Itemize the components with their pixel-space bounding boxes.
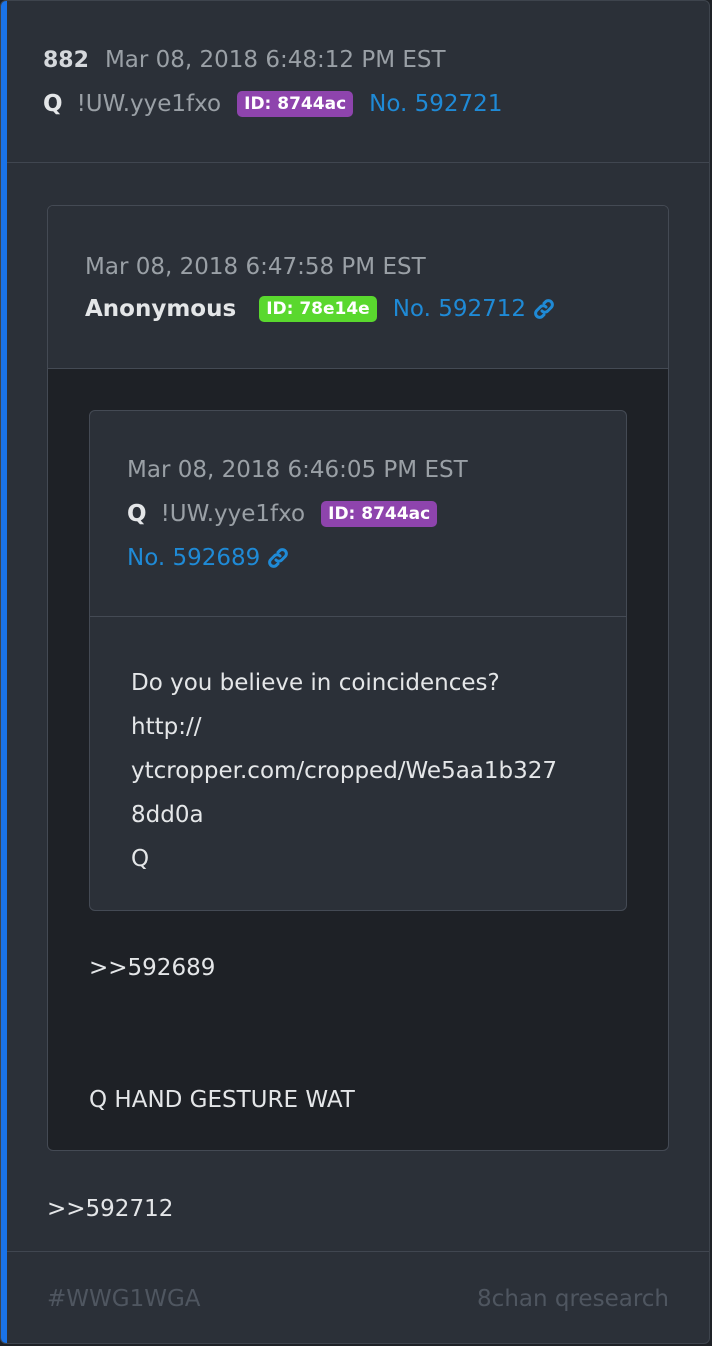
post-reply-ref[interactable]: >>592712 bbox=[47, 1187, 173, 1231]
body-line: ytcropper.com/cropped/We5aa1b327 bbox=[131, 758, 558, 784]
accent-bar bbox=[1, 1, 7, 1343]
post-header: 882 Mar 08, 2018 6:48:12 PM EST Q !UW.yy… bbox=[7, 1, 709, 163]
id-badge: ID: 8744ac bbox=[321, 501, 438, 527]
body-line: http:// bbox=[131, 714, 202, 740]
body-line: 8dd0a bbox=[131, 802, 204, 828]
nested-post-header: Mar 08, 2018 6:46:05 PM EST Q !UW.yye1fx… bbox=[90, 411, 626, 617]
quoted-post-author: Anonymous bbox=[85, 296, 237, 322]
nested-post-tripcode: !UW.yye1fxo bbox=[160, 501, 306, 527]
post-tripcode: !UW.yye1fxo bbox=[76, 91, 222, 117]
nested-post-number-link[interactable]: No. 592689 bbox=[127, 545, 260, 571]
id-badge: ID: 8744ac bbox=[237, 91, 354, 117]
quoted-post-header: Mar 08, 2018 6:47:58 PM EST Anonymous ID… bbox=[48, 206, 668, 369]
body-line: Do you believe in coincidences? bbox=[131, 670, 500, 696]
id-badge: ID: 78e14e bbox=[259, 296, 377, 322]
post-card: 882 Mar 08, 2018 6:48:12 PM EST Q !UW.yy… bbox=[0, 0, 710, 1344]
post-footer: #WWG1WGA 8chan qresearch bbox=[7, 1251, 709, 1343]
quoted-post-number-link[interactable]: No. 592712 bbox=[393, 296, 526, 322]
nested-post-body: Do you believe in coincidences? http:// … bbox=[131, 661, 601, 881]
link-icon[interactable] bbox=[532, 297, 556, 321]
quoted-post-text: Q HAND GESTURE WAT bbox=[89, 1087, 355, 1113]
quoted-post-date: Mar 08, 2018 6:47:58 PM EST bbox=[85, 254, 426, 280]
source-label: 8chan qresearch bbox=[477, 1286, 669, 1312]
quoted-post-reply-ref[interactable]: >>592689 bbox=[89, 946, 215, 990]
post-counter: 882 bbox=[43, 47, 89, 73]
post-number-link[interactable]: No. 592721 bbox=[369, 91, 502, 117]
link-icon[interactable] bbox=[266, 546, 290, 570]
nested-post-date: Mar 08, 2018 6:46:05 PM EST bbox=[127, 457, 468, 483]
quoted-post-q: Mar 08, 2018 6:46:05 PM EST Q !UW.yye1fx… bbox=[89, 410, 627, 911]
quoted-post-anonymous: Mar 08, 2018 6:47:58 PM EST Anonymous ID… bbox=[47, 205, 669, 1151]
hashtag: #WWG1WGA bbox=[47, 1286, 201, 1312]
body-line: Q bbox=[131, 846, 150, 872]
post-author: Q bbox=[43, 91, 63, 117]
nested-post-author: Q bbox=[127, 501, 147, 527]
post-date: Mar 08, 2018 6:48:12 PM EST bbox=[104, 47, 446, 73]
